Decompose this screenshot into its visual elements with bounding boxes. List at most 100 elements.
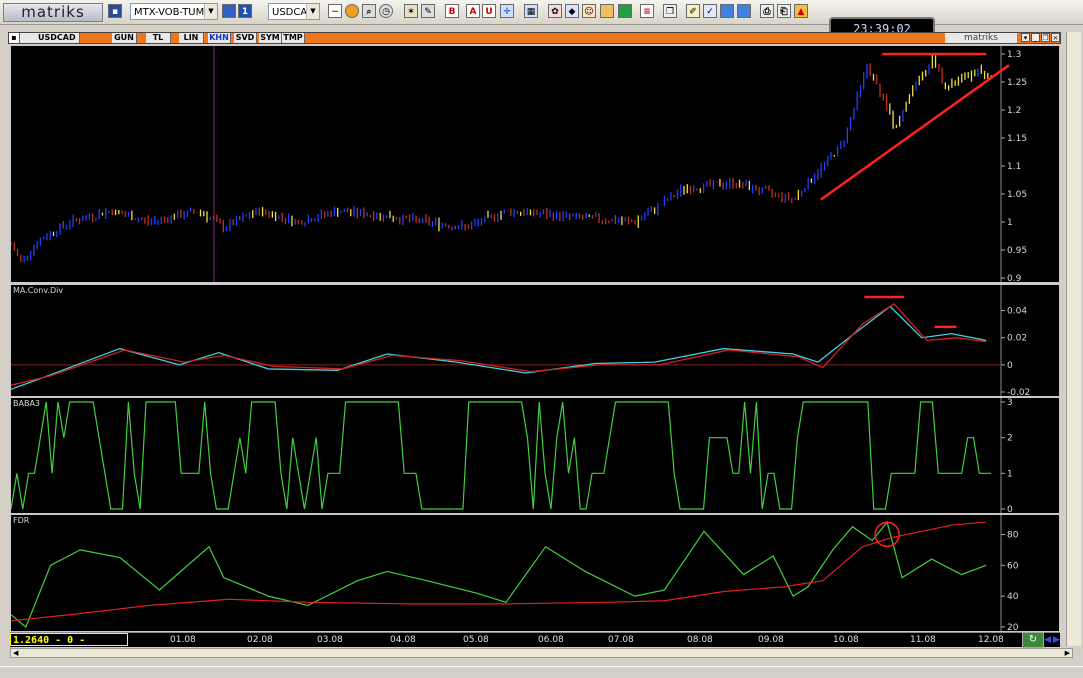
print-icon[interactable]: ⎙ [760, 4, 774, 18]
copy-icon[interactable]: ❐ [663, 4, 677, 18]
date-label: 10.08 [833, 635, 859, 645]
close-icon[interactable]: × [1051, 33, 1060, 42]
letter-u-icon[interactable]: U [482, 4, 496, 18]
fdr-series-line [11, 521, 987, 622]
tab-gun[interactable]: GUN [112, 33, 137, 43]
y-tick-label: 60 [1007, 561, 1019, 571]
grid-icon[interactable]: ▦ [524, 4, 538, 18]
chevron-down-icon[interactable]: ▼ [204, 4, 217, 19]
list-combo[interactable]: MTX-VOB-TUM ▼ [130, 3, 218, 20]
restore-icon[interactable]: ❐ [1041, 33, 1050, 42]
scroll-right-icon[interactable]: ▶ [1065, 649, 1070, 657]
date-label: 12.08 [978, 635, 1004, 645]
date-label: 04.08 [390, 635, 416, 645]
date-label: 06.08 [538, 635, 564, 645]
dropdown-icon[interactable]: ▾ [1021, 33, 1030, 42]
y-tick-label: 0 [1007, 361, 1013, 371]
drawing-icon[interactable]: ✎ [421, 4, 435, 18]
y-tick-label: 2 [1007, 434, 1013, 444]
list-icon[interactable]: ≡ [640, 4, 654, 18]
printer2-icon[interactable]: ⎗ [777, 4, 791, 18]
support-trendline [820, 64, 1010, 201]
bell-icon[interactable]: ▲ [794, 4, 808, 18]
y-tick-label: 1.2 [1007, 106, 1021, 116]
tab-svd[interactable]: SVD [234, 33, 257, 43]
y-tick-label: 1 [1007, 469, 1013, 479]
y-tick-label: -0.02 [1007, 388, 1030, 396]
y-tick-label: 1 [1007, 218, 1013, 228]
date-label: 08.08 [687, 635, 713, 645]
edit-icon[interactable]: ✐ [686, 4, 700, 18]
spark-icon[interactable]: ✶ [404, 4, 418, 18]
flower-icon[interactable]: ✿ [548, 4, 562, 18]
date-label: 03.08 [317, 635, 343, 645]
info-icon[interactable]: 1 [238, 4, 252, 18]
chart-icon[interactable]: ~ [328, 4, 342, 18]
save-icon[interactable]: ▪ [108, 4, 122, 18]
folder-icon[interactable] [600, 4, 614, 18]
date-label: 11.08 [910, 635, 936, 645]
panel2-icon[interactable] [737, 4, 751, 18]
date-label: 07.08 [608, 635, 634, 645]
matriks-logo: matriks [3, 3, 103, 22]
shapes-icon[interactable]: ◆ [565, 4, 579, 18]
chart-svg: 1.3 1.25 1.2 1.15 1.1 1.05 1 0.95 0.9 [11, 46, 1027, 282]
letter-a-icon[interactable]: A [466, 4, 480, 18]
arrow-left-icon[interactable]: ◀ [1044, 635, 1051, 645]
vertical-scrollbar[interactable] [1066, 32, 1081, 646]
alarm-icon[interactable]: ⌕ [362, 4, 376, 18]
date-label: 02.08 [247, 635, 273, 645]
green-square-icon[interactable] [618, 4, 632, 18]
y-tick-label: 1.25 [1007, 78, 1027, 88]
list-combo-value: MTX-VOB-TUM [134, 7, 205, 18]
crosshair-icon[interactable]: ✛ [500, 4, 514, 18]
panel-icon[interactable] [720, 4, 734, 18]
y-tick-label: 0 [1007, 505, 1013, 513]
date-label: 05.08 [463, 635, 489, 645]
y-tick-label: 80 [1007, 530, 1019, 540]
check-icon[interactable]: ✓ [703, 4, 717, 18]
symbol-combo[interactable]: USDCAD ▼ [268, 3, 320, 20]
fdr-series-line [11, 520, 987, 628]
y-tick-label: 3 [1007, 398, 1013, 408]
tab-tl[interactable]: TL [146, 33, 171, 43]
baba3-line [11, 401, 992, 510]
price-panel[interactable]: 1.3 1.25 1.2 1.15 1.1 1.05 1 0.95 0.9 [10, 45, 1060, 283]
scroll-left-icon[interactable]: ◀ [13, 649, 18, 657]
chart-svg: 3 2 1 0 [11, 398, 1013, 513]
window-icon[interactable] [222, 4, 236, 18]
tab-tmp[interactable]: TMP [282, 33, 305, 43]
price-readout: 1.2640 - 0 - 23:39:01 [10, 633, 128, 659]
minimize-icon[interactable]: _ [1031, 33, 1040, 42]
crossover-circle [874, 521, 900, 548]
clock-icon[interactable]: ◷ [379, 4, 393, 18]
matriks-brand: matriks [945, 33, 1017, 43]
tab-khn[interactable]: KHN [208, 33, 231, 43]
y-tick-label: 1.1 [1007, 162, 1021, 172]
horizontal-scrollbar[interactable]: ◀ ▶ [10, 648, 1073, 658]
date-label: 09.08 [758, 635, 784, 645]
chevron-down-icon[interactable]: ▼ [306, 4, 319, 19]
bold-b-icon[interactable]: B [445, 4, 459, 18]
tab-lin[interactable]: LIN [179, 33, 204, 43]
y-tick-label: 0.02 [1007, 334, 1027, 344]
tab-sym[interactable]: SYM [259, 33, 282, 43]
y-tick-label: 1.15 [1007, 134, 1027, 144]
y-tick-label: 1.3 [1007, 50, 1021, 60]
chart-svg: 0.04 0.02 0 -0.02 [11, 285, 1030, 396]
chart-svg: 80 60 40 20 [11, 515, 1019, 631]
date-label: 01.08 [170, 635, 196, 645]
arrow-right-icon[interactable]: ▶ [1053, 635, 1060, 645]
status-bar [0, 666, 1083, 678]
y-tick-label: 0.95 [1007, 246, 1027, 256]
tab-symbol[interactable]: USDCAD [20, 33, 80, 43]
refresh-icon[interactable]: ↻ [1022, 632, 1044, 648]
fdr-panel[interactable]: FDR 80 60 40 20 [10, 514, 1060, 632]
date-axis: 01.08 02.08 03.08 04.08 05.08 06.08 07.0… [10, 632, 1060, 648]
baba3-panel[interactable]: BABA3 3210 [10, 397, 1060, 514]
macd-panel[interactable]: MA.Conv.Div 0.04 0.02 0 -0.02 [10, 284, 1060, 397]
users-icon[interactable]: ☺ [582, 4, 596, 18]
chart-tab-bar: ▪ USDCAD GUN TL LIN KHN SVD SYM TMP [8, 32, 1061, 44]
pie-icon[interactable] [345, 4, 359, 18]
tab-menu-icon[interactable]: ▪ [9, 33, 20, 43]
